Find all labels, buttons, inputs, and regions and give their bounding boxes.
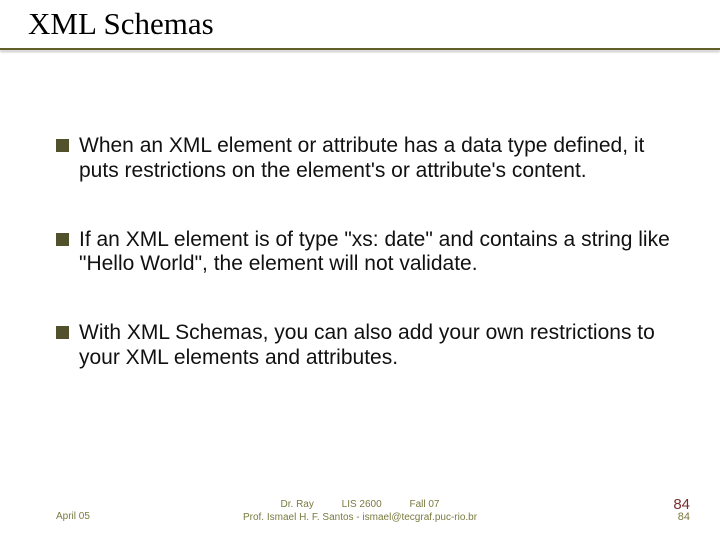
footer-credits-line2: Prof. Ismael H. F. Santos - ismael@tecgr… <box>0 511 720 524</box>
footer-credits-line1: Dr. Ray LIS 2600 Fall 07 <box>0 498 720 511</box>
bullet-square-icon <box>56 139 69 152</box>
footer: April 05 Dr. Ray LIS 2600 Fall 07 Prof. … <box>0 492 720 524</box>
bullet-square-icon <box>56 233 69 246</box>
bullet-square-icon <box>56 326 69 339</box>
footer-credits: Dr. Ray LIS 2600 Fall 07 Prof. Ismael H.… <box>0 498 720 524</box>
slide-title: XML Schemas <box>28 6 214 42</box>
footer-page-numbers: 84 84 <box>673 497 690 524</box>
bullet-text: If an XML element is of type "xs: date" … <box>79 228 676 278</box>
title-underline <box>0 48 720 50</box>
bullet-text: With XML Schemas, you can also add your … <box>79 321 676 371</box>
bullet-item: When an XML element or attribute has a d… <box>56 134 676 184</box>
page-number-top: 84 <box>673 497 690 513</box>
content-area: When an XML element or attribute has a d… <box>56 134 676 415</box>
slide: XML Schemas When an XML element or attri… <box>0 0 720 540</box>
bullet-item: With XML Schemas, you can also add your … <box>56 321 676 371</box>
bullet-item: If an XML element is of type "xs: date" … <box>56 228 676 278</box>
page-number-bottom: 84 <box>673 512 690 524</box>
bullet-text: When an XML element or attribute has a d… <box>79 134 676 184</box>
